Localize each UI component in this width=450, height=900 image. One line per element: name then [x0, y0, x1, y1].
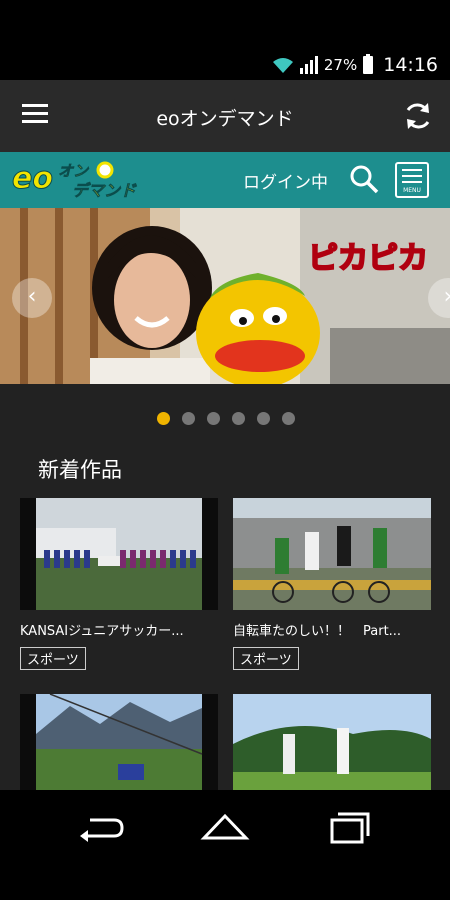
content-area: 新着作品 KANSAIジュニアサッカー... スポーツ 自転車たのしい！！ Pa… — [0, 454, 450, 790]
menu-icon — [402, 169, 422, 187]
svg-text:オン: オン — [58, 162, 90, 180]
wifi-icon — [272, 58, 293, 73]
hero-banner-text: ピカピカ — [308, 241, 428, 276]
video-card[interactable]: KANSAIジュニアサッカー... スポーツ — [20, 498, 218, 670]
carousel-dot-5[interactable] — [257, 412, 270, 425]
video-card[interactable] — [233, 694, 431, 790]
carousel-dot-4[interactable] — [232, 412, 245, 425]
svg-text:デマンド: デマンド — [72, 181, 137, 200]
search-icon[interactable] — [349, 164, 379, 194]
category-tag[interactable]: スポーツ — [233, 647, 299, 670]
carousel-dot-2[interactable] — [182, 412, 195, 425]
brand-header: eo オン デマンド ログイン中 MENU — [0, 152, 450, 208]
home-icon[interactable] — [200, 808, 250, 848]
refresh-icon[interactable] — [402, 100, 434, 132]
video-title: KANSAIジュニアサッカー... — [20, 624, 184, 639]
video-card[interactable] — [20, 694, 218, 790]
app-title: eoオンデマンド — [156, 108, 294, 130]
video-title: 自転車たのしい！！ Part... — [233, 624, 402, 639]
hero-banner[interactable]: ピカピカ ‹ › — [0, 208, 450, 384]
clock: 14:16 — [383, 54, 438, 76]
hero-image: ピカピカ — [0, 208, 450, 384]
menu-button[interactable]: MENU — [395, 162, 429, 198]
video-thumbnail — [233, 694, 431, 790]
section-heading: 新着作品 — [38, 458, 122, 482]
status-bar: 27% 14:16 — [0, 0, 450, 80]
back-icon[interactable] — [76, 808, 126, 848]
login-status[interactable]: ログイン中 — [243, 168, 328, 193]
eo-ondemand-logo[interactable]: eo オン デマンド — [10, 158, 155, 202]
category-tag[interactable]: スポーツ — [20, 647, 86, 670]
carousel-prev-button[interactable]: ‹ — [12, 278, 52, 318]
carousel-dot-3[interactable] — [207, 412, 220, 425]
recents-icon[interactable] — [326, 808, 376, 848]
carousel-dot-1[interactable] — [157, 412, 170, 425]
carousel-pagination — [0, 384, 450, 454]
video-thumbnail — [233, 498, 431, 610]
video-thumbnail — [20, 694, 218, 790]
navigation-bar — [0, 790, 450, 900]
signal-icon — [299, 56, 318, 74]
carousel-dot-6[interactable] — [282, 412, 295, 425]
battery-percentage: 27% — [323, 56, 358, 74]
battery-icon — [363, 54, 374, 74]
svg-text:eo: eo — [12, 161, 53, 196]
menu-label: MENU — [403, 187, 421, 194]
video-card[interactable]: 自転車たのしい！！ Part... スポーツ — [233, 498, 431, 670]
video-thumbnail — [20, 498, 218, 610]
action-bar: eoオンデマンド — [0, 80, 450, 152]
